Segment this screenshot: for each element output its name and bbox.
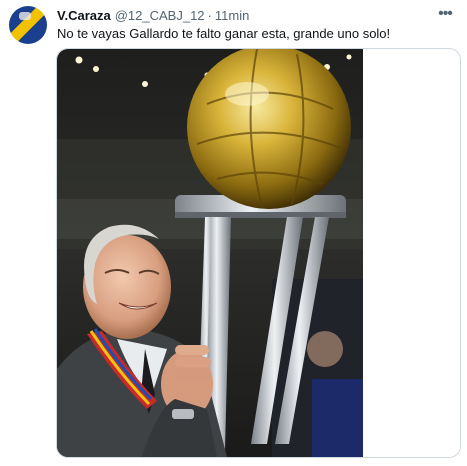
trophy-photo [57, 49, 460, 457]
user-handle[interactable]: @12_CABJ_12 [115, 8, 205, 23]
separator-dot: · [207, 7, 212, 23]
display-name[interactable]: V.Caraza [57, 8, 111, 23]
tweet-header: V.Caraza @12_CABJ_12 · 11min [57, 6, 249, 24]
timestamp[interactable]: 11min [215, 8, 249, 23]
avatar[interactable] [9, 6, 47, 44]
more-horizontal-icon: ••• [438, 5, 453, 22]
avatar-detail [19, 12, 31, 20]
tweet-photo[interactable] [56, 48, 461, 458]
tweet-text: No te vayas Gallardo te falto ganar esta… [57, 26, 391, 41]
tweet[interactable]: V.Caraza @12_CABJ_12 · 11min ••• No te v… [0, 0, 467, 466]
more-options-button[interactable]: ••• [435, 4, 455, 24]
